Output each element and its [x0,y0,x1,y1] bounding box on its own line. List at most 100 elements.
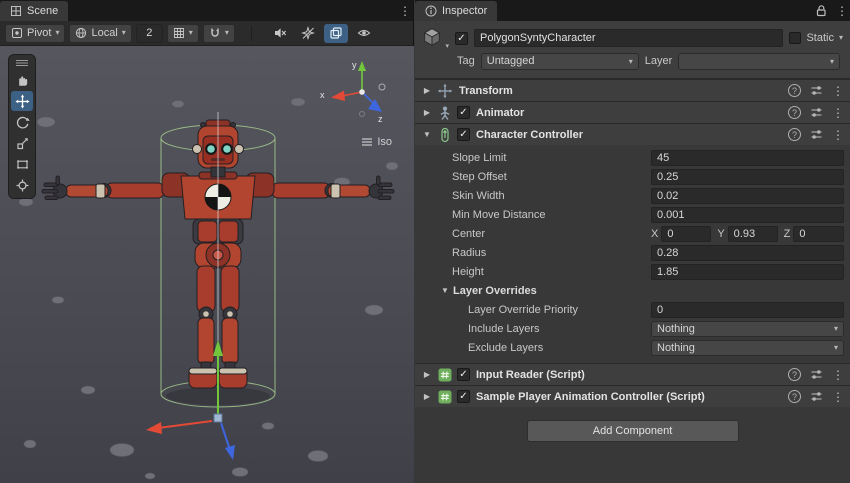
help-icon[interactable]: ? [788,84,801,97]
component-kebab-icon[interactable]: ⋮ [832,85,841,97]
layer-overrides-foldout[interactable]: ▼ Layer Overrides [415,281,850,300]
animator-enabled-checkbox[interactable]: ✓ [457,106,470,119]
view-tool-button[interactable] [11,70,33,90]
slope-limit-input[interactable] [651,150,844,166]
foldout-icon[interactable]: ▶ [421,86,433,95]
step-offset-input[interactable] [651,169,844,185]
component-header-input-reader[interactable]: ▶ ✓ Input Reader (Script) ? ⋮ [415,363,850,385]
skin-width-input[interactable] [651,188,844,204]
gameobject-icon-button[interactable]: ▾ [421,26,449,50]
toolstrip-handle[interactable] [11,57,33,69]
gameobject-header: ▾ ✓ Static ▾ Tag Untagged ▾ Layer [415,21,850,79]
rotate-tool-button[interactable] [11,112,33,132]
static-dropdown-icon[interactable]: ▾ [839,34,843,42]
chevron-down-icon: ▾ [55,29,59,37]
component-header-character-controller[interactable]: ▼ ✓ Character Controller ? ⋮ [415,123,850,145]
radius-input[interactable] [651,245,844,261]
rect-tool-button[interactable] [11,154,33,174]
component-header-animator[interactable]: ▶ ✓ Animator ? ⋮ [415,101,850,123]
effects-toggle[interactable] [296,24,320,43]
property-row: Skin Width [415,186,850,205]
overlays-toggle[interactable] [324,24,348,43]
axis-negative-dot[interactable] [360,112,365,117]
audio-mute-toggle[interactable] [268,24,292,43]
help-icon[interactable]: ? [788,128,801,141]
property-label: Skin Width [439,190,651,202]
orientation-gizmo[interactable]: y x z [316,56,404,130]
layer-overrides-title: Layer Overrides [453,285,537,297]
foldout-icon[interactable]: ▼ [421,130,433,139]
grid-visibility-button[interactable]: ▾ [167,24,199,43]
component-header-transform[interactable]: ▶ Transform ? ⋮ [415,79,850,101]
chevron-down-icon: ▾ [834,343,838,352]
include-layers-dropdown[interactable]: Nothing ▾ [651,321,844,337]
pivot-toggle-button[interactable]: Pivot ▾ [5,24,65,43]
help-icon[interactable]: ? [788,106,801,119]
scene-visibility-toggle[interactable] [352,24,376,43]
center-y-input[interactable] [728,226,778,242]
height-input[interactable] [651,264,844,280]
component-header-sample-player[interactable]: ▶ ✓ Sample Player Animation Controller (… [415,385,850,407]
presets-icon[interactable] [810,128,823,141]
check-icon: ✓ [459,129,467,140]
grid-size-input[interactable] [136,24,163,43]
help-icon[interactable]: ? [788,368,801,381]
projection-toggle[interactable]: Iso [361,136,392,148]
eye-icon [357,26,371,40]
foldout-icon[interactable]: ▶ [421,392,433,401]
min-move-distance-input[interactable] [651,207,844,223]
component-kebab-icon[interactable]: ⋮ [832,107,841,119]
component-kebab-icon[interactable]: ⋮ [832,369,841,381]
add-component-button[interactable]: Add Component [527,420,739,442]
inspector-panel: Inspector ⋮ ▾ ✓ [415,0,850,483]
scene-viewport[interactable]: y x z Iso [0,46,414,483]
transform-tool-button[interactable] [11,175,33,195]
center-x-input[interactable] [661,226,711,242]
tab-scene[interactable]: Scene [0,1,68,21]
foldout-icon[interactable]: ▶ [421,370,433,379]
axis-y-arrow[interactable] [358,61,366,71]
pivot-label: Pivot [27,27,51,39]
gameobject-name-input[interactable] [474,29,783,47]
unity-editor: Scene ⋮ Pivot ▾ Local ▾ ▾ [0,0,850,483]
presets-icon[interactable] [810,390,823,403]
center-z-label: Z [784,228,791,240]
axis-negative-dot[interactable] [379,84,385,90]
exclude-layers-dropdown[interactable]: Nothing ▾ [651,340,844,356]
tab-inspector[interactable]: Inspector [415,1,497,21]
script-icon [437,389,453,405]
input-reader-enabled-checkbox[interactable]: ✓ [457,368,470,381]
presets-icon[interactable] [810,106,823,119]
snap-settings-button[interactable]: ▾ [203,24,235,43]
script-icon [437,367,453,383]
active-checkbox[interactable]: ✓ [455,32,468,45]
orientation-toggle-button[interactable]: Local ▾ [69,24,131,43]
layer-dropdown[interactable]: ▾ [678,53,840,70]
scale-tool-button[interactable] [11,133,33,153]
handle-lines-icon [15,59,29,67]
center-z-input[interactable] [793,226,844,242]
scene-tabbar: Scene ⋮ [0,0,413,21]
sample-player-enabled-checkbox[interactable]: ✓ [457,390,470,403]
audio-mute-icon [273,26,287,40]
presets-icon[interactable] [810,368,823,381]
property-row-center: Center X Y Z [415,224,850,243]
tag-dropdown[interactable]: Untagged ▾ [481,53,639,70]
axis-x-arrow[interactable] [331,91,345,102]
move-tool-button[interactable] [11,91,33,111]
presets-icon[interactable] [810,84,823,97]
property-label: Step Offset [439,171,651,183]
inspector-menu-kebab-icon[interactable]: ⋮ [836,5,845,17]
character-controller-enabled-checkbox[interactable]: ✓ [457,128,470,141]
component-kebab-icon[interactable]: ⋮ [832,129,841,141]
scene-toolstrip [8,54,36,199]
layer-override-priority-input[interactable] [651,302,844,318]
check-icon: ✓ [457,33,465,44]
foldout-icon[interactable]: ▶ [421,108,433,117]
scene-menu-kebab-icon[interactable]: ⋮ [399,5,408,17]
component-kebab-icon[interactable]: ⋮ [832,391,841,403]
static-checkbox[interactable] [789,32,801,44]
cube-icon [421,26,443,48]
help-icon[interactable]: ? [788,390,801,403]
lock-icon[interactable] [815,4,827,17]
